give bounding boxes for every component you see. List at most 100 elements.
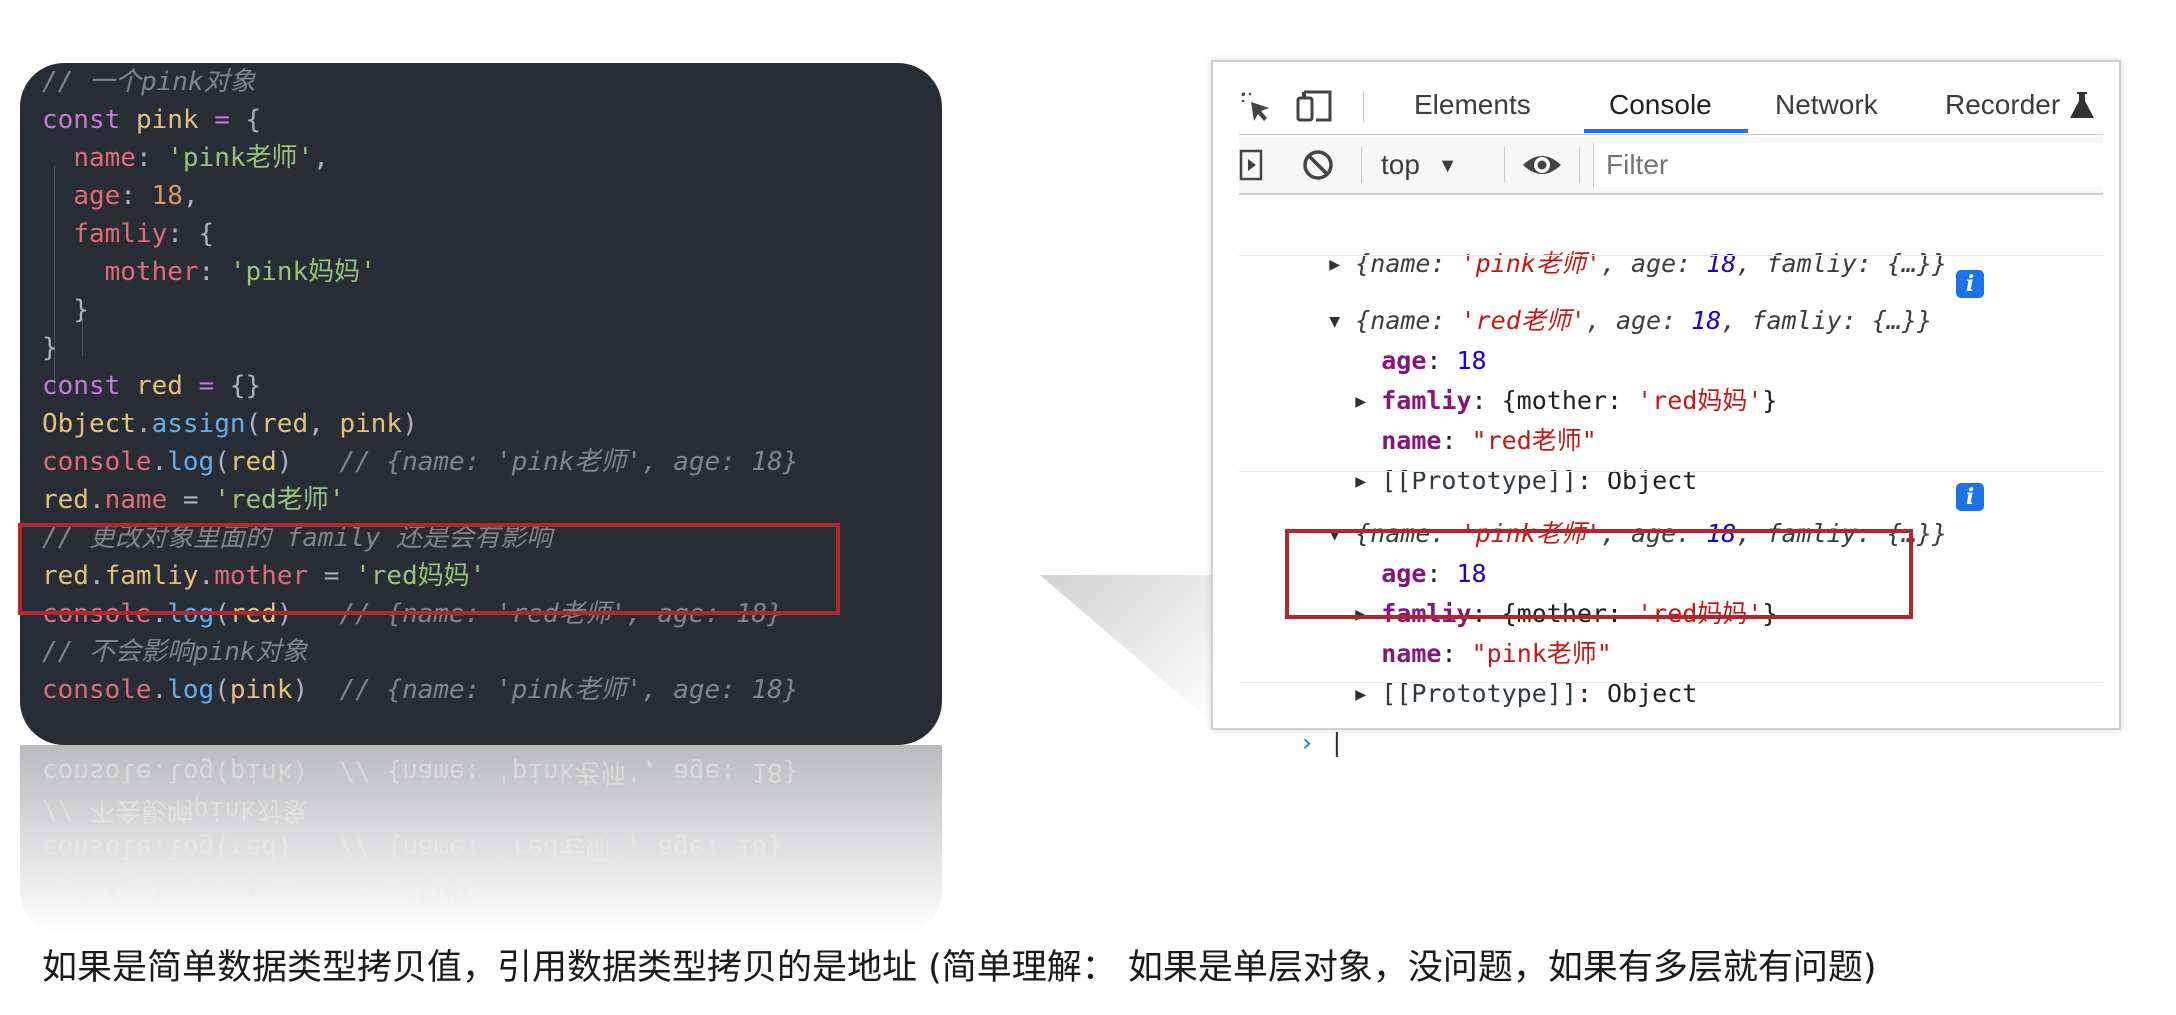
- code-token: .: [151, 675, 168, 705]
- tab-recorder[interactable]: Recorder: [1945, 80, 2060, 132]
- console-filter-bar: top ▼: [1239, 137, 2103, 195]
- code-reflection-token: ): [292, 757, 340, 787]
- code-reflection: console.log(pink) // {name: 'pink老师', ag…: [20, 745, 942, 935]
- console-prompt[interactable]: › |: [1239, 686, 1344, 757]
- code-reflection-token: pink: [229, 757, 293, 787]
- code-reflection-token: (: [214, 757, 230, 787]
- code-token: red: [261, 409, 309, 439]
- code-reflection-token: log: [167, 757, 215, 787]
- code-token: (: [214, 675, 230, 705]
- code-token: log: [167, 675, 215, 705]
- code-token: .: [88, 485, 105, 515]
- code-reflection-token: red: [42, 871, 89, 901]
- code-reflection-token: .: [198, 871, 215, 901]
- code-token: 'red老师': [214, 485, 345, 515]
- device-toggle-icon[interactable]: [1294, 88, 1334, 124]
- code-line: famliy: {: [42, 215, 214, 253]
- context-label: top: [1381, 149, 1420, 180]
- prop-prototype[interactable]: ▶ [[Prototype]]: Object: [1295, 637, 1697, 708]
- code-token: const: [42, 105, 121, 135]
- code-token: pink: [229, 675, 293, 705]
- code-reflection-line: console.log(red) // {name: 'red老师', age:…: [42, 829, 783, 867]
- code-token: age: [73, 181, 121, 211]
- toolbar-separator: [1363, 90, 1364, 122]
- code-line: age: 18,: [42, 177, 199, 215]
- code-editor-panel: // 一个pink对象 const pink = { name: 'pink老师'…: [20, 63, 942, 745]
- tab-elements[interactable]: Elements: [1414, 80, 1531, 132]
- code-token: :: [135, 143, 168, 173]
- code-reflection-line: red.famliy.mother = 'red妈妈': [42, 867, 485, 905]
- tab-console[interactable]: Console: [1609, 80, 1712, 132]
- code-token: red: [135, 371, 183, 401]
- console-row-divider: [1239, 255, 2103, 256]
- inspect-cursor-icon[interactable]: [1239, 90, 1273, 124]
- code-reflection-token: console: [42, 757, 152, 787]
- code-token: ): [276, 447, 340, 477]
- sidebar-toggle-icon[interactable]: [1239, 149, 1265, 181]
- code-token: ,: [182, 181, 199, 211]
- code-line: }: [42, 329, 58, 367]
- code-reflection-line: // 不会影响pink对象: [42, 791, 308, 829]
- code-token: // 一个pink对象: [42, 67, 256, 97]
- code-token: name: [73, 143, 136, 173]
- code-token: {: [229, 105, 262, 135]
- toolbar-separator: [1504, 147, 1505, 183]
- code-token: (: [214, 447, 230, 477]
- code-token: ): [292, 675, 340, 705]
- code-reflection-token: console: [42, 833, 152, 863]
- toolbar-separator: [1361, 147, 1362, 183]
- console-log-red[interactable]: ▼ {name: 'red老师', age: 18, famliy: {…}}: [1269, 264, 1932, 335]
- code-token: // 不会影响pink对象: [42, 637, 308, 667]
- prop-prototype[interactable]: ▶ [[Prototype]]: Object: [1295, 424, 1697, 495]
- info-icon[interactable]: i: [1956, 270, 1984, 298]
- code-reflection-token: =: [308, 871, 356, 901]
- code-reflection-token: mother: [214, 871, 309, 901]
- code-token: }: [42, 295, 89, 325]
- code-token: .: [135, 409, 152, 439]
- console-log-pink-2[interactable]: ▼ {name: 'pink老师', age: 18, famliy: {…}}: [1269, 477, 1947, 548]
- dropdown-arrow-icon: ▼: [1437, 155, 1458, 177]
- code-token: pink: [135, 105, 199, 135]
- code-line: mother: 'pink妈妈': [42, 253, 376, 291]
- code-token: red: [42, 485, 89, 515]
- prop-famliy[interactable]: ▶ famliy: {mother: 'red妈妈'}: [1295, 344, 1777, 415]
- code-reflection-token: log: [167, 833, 215, 863]
- clear-console-icon[interactable]: [1301, 148, 1335, 182]
- code-token: }: [42, 333, 58, 363]
- code-line: // 不会影响pink对象: [42, 633, 308, 671]
- context-selector[interactable]: top ▼: [1381, 137, 1458, 193]
- caption-text: 如果是简单数据类型拷贝值，引用数据类型拷贝的是地址 (简单理解： 如果是单层对象…: [42, 948, 1877, 988]
- devtools-shadow: [1040, 575, 1215, 725]
- code-token: :: [198, 257, 230, 287]
- flask-icon: [2069, 90, 2095, 120]
- code-reflection-token: (: [214, 833, 230, 863]
- code-token: mother: [104, 257, 199, 287]
- filter-input[interactable]: [1593, 143, 2103, 187]
- code-token: (: [245, 409, 262, 439]
- live-expression-eye-icon[interactable]: [1521, 149, 1563, 181]
- code-token: pink: [339, 409, 403, 439]
- info-icon[interactable]: i: [1956, 483, 1984, 511]
- code-line: console.log(pink) // {name: 'pink老师', ag…: [42, 671, 798, 709]
- code-line: }: [42, 291, 89, 329]
- code-token: log: [167, 447, 215, 477]
- devtools-tab-bar: Elements Console Network Recorder: [1239, 80, 2103, 135]
- console-highlight-box: [1285, 529, 1913, 619]
- code-token: name: [104, 485, 168, 515]
- code-line: red.name = 'red老师': [42, 481, 345, 519]
- code-line: name: 'pink老师',: [42, 139, 329, 177]
- code-token: :: [120, 181, 152, 211]
- code-token: {}: [214, 371, 262, 401]
- console-log-pink-1[interactable]: ▶ {name: 'pink老师', age: 18, famliy: {…}}: [1269, 207, 1947, 278]
- tab-network[interactable]: Network: [1775, 80, 1878, 132]
- code-reflection-token: famliy: [104, 871, 199, 901]
- prop-name: name: "red老师": [1381, 426, 1597, 455]
- code-token: 'pink妈妈': [229, 257, 376, 287]
- toolbar-separator: [1579, 147, 1580, 183]
- code-token: console: [42, 447, 152, 477]
